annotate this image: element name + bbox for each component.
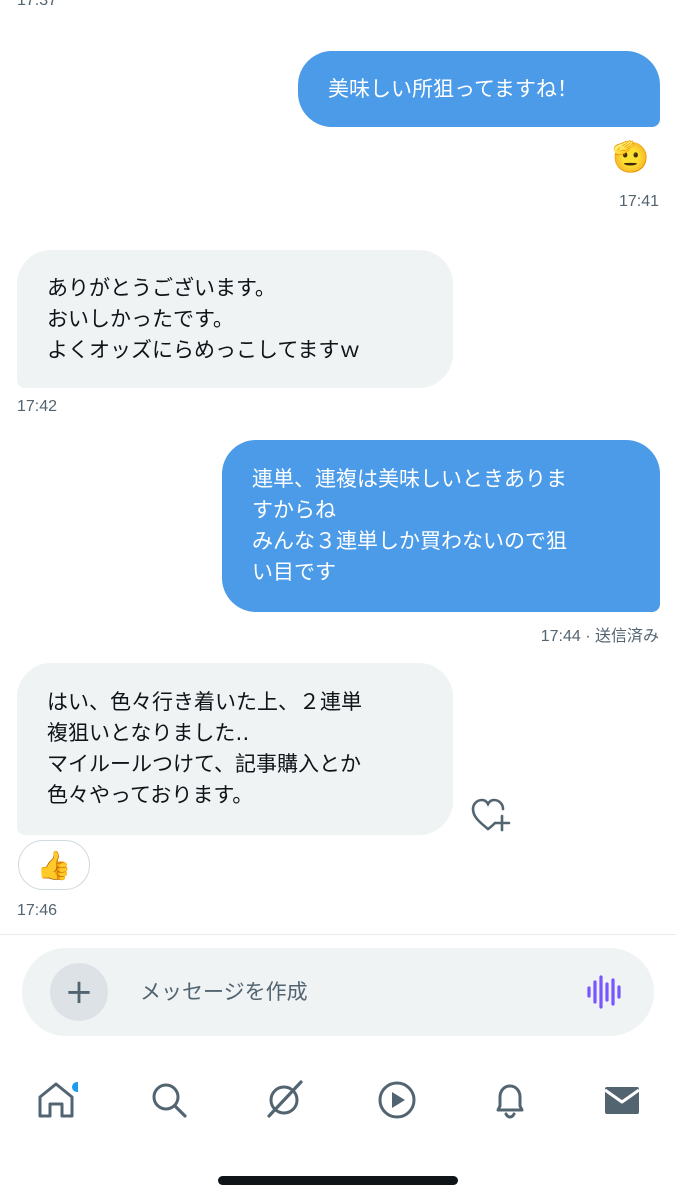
video-icon	[378, 1081, 416, 1119]
salute-reaction-emoji[interactable]: 🫡	[612, 140, 660, 176]
thumbs-up-reaction[interactable]: 👍	[18, 840, 90, 890]
home-icon	[38, 1082, 78, 1118]
composer-divider	[0, 934, 676, 935]
plus-icon: +	[64, 972, 94, 1012]
add-attachment-button[interactable]: +	[50, 963, 108, 1021]
timestamp-sent-status: 17:44 · 送信済み	[540, 628, 659, 645]
nav-search[interactable]	[141, 1072, 197, 1128]
bottom-navigation	[0, 1060, 676, 1140]
waveform-icon	[587, 975, 621, 1009]
message-text: 連単、連複は美味しいときありま すからね みんな３連単しか買わないので狙 い目で…	[252, 467, 567, 584]
nav-grok[interactable]	[256, 1072, 312, 1128]
message-text: はい、色々行き着いた上、２連単 複狙いとなりました‥ マイルールつけて、記事購入…	[47, 690, 362, 807]
search-icon	[152, 1083, 187, 1118]
nav-home[interactable]	[28, 1072, 84, 1128]
message-text: 美味しい所狙ってますね！	[328, 76, 578, 101]
nav-video[interactable]	[369, 1072, 425, 1128]
message-text: ありがとうございます。 おいしかったです。 よくオッズにらめっこしてますｗ	[47, 275, 361, 362]
timestamp: 17:46	[17, 902, 58, 919]
received-message-bubble[interactable]: はい、色々行き着いた上、２連単 複狙いとなりました‥ マイルールつけて、記事購入…	[17, 663, 453, 835]
bell-icon	[496, 1084, 524, 1119]
received-message-bubble[interactable]: ありがとうございます。 おいしかったです。 よくオッズにらめっこしてますｗ	[17, 250, 453, 388]
nav-notifications[interactable]	[482, 1072, 538, 1128]
mail-icon	[604, 1087, 640, 1114]
heart-plus-icon[interactable]	[470, 796, 512, 834]
sent-message-bubble[interactable]: 連単、連複は美味しいときありま すからね みんな３連単しか買わないので狙 い目で…	[222, 440, 660, 612]
timestamp: 17:42	[17, 398, 58, 415]
timestamp: 17:41	[618, 193, 659, 210]
nav-messages[interactable]	[594, 1072, 650, 1128]
message-input[interactable]	[140, 972, 560, 1012]
grok-icon	[267, 1080, 303, 1118]
timestamp: 17:37	[17, 0, 58, 9]
sent-message-bubble[interactable]: 美味しい所狙ってますね！	[298, 51, 660, 127]
voice-message-button[interactable]	[584, 974, 624, 1010]
message-composer: +	[22, 948, 654, 1036]
thumbs-up-emoji: 👍	[36, 848, 72, 882]
home-indicator	[218, 1176, 458, 1185]
